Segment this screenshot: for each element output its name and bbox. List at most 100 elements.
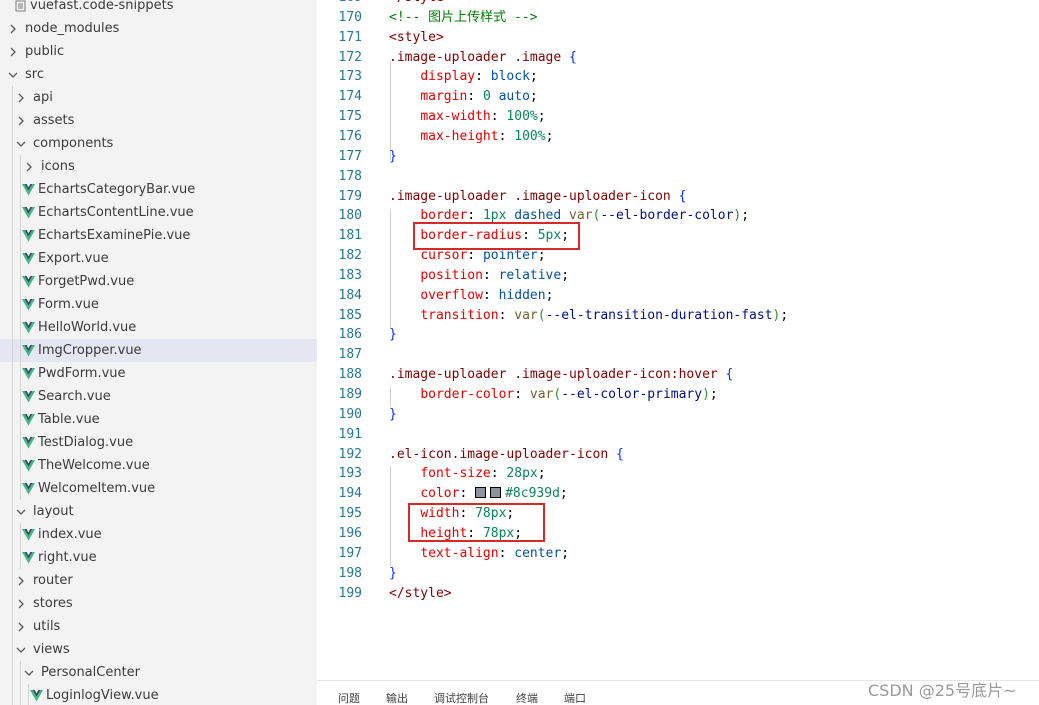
tree-file-loginlogview-vue[interactable]: LoginlogView.vue [0,684,317,705]
tree-file-testdialog-vue[interactable]: TestDialog.vue [0,431,317,454]
tree-file-export-vue[interactable]: Export.vue [0,247,317,270]
color-swatch-icon[interactable] [490,487,502,499]
tree-item-label: EchartsCategoryBar.vue [38,182,196,197]
code-line[interactable]: 172 .image-uploader .image { [317,48,1039,68]
chevron-down-icon[interactable] [21,665,37,681]
code-line[interactable]: 199 </style> [317,584,1039,604]
code-line[interactable]: 190} [317,405,1039,425]
chevron-right-icon[interactable] [13,573,29,589]
chevron-down-icon[interactable] [13,504,29,520]
code-line[interactable]: 193 font-size: 28px; [317,464,1039,484]
chevron-right-icon[interactable] [13,596,29,612]
code-line[interactable]: 192 .el-icon.image-uploader-icon { [317,445,1039,465]
code-token: 100% [514,128,546,144]
code-token: relative [498,267,562,283]
code-editor[interactable]: 169</style>170<!-- 图片上传样式 -->171<style>1… [317,0,1039,680]
tree-folder-stores[interactable]: stores [0,592,317,615]
tree-file-search-vue[interactable]: Search.vue [0,385,317,408]
tree-folder-utils[interactable]: utils [0,615,317,638]
tree-folder-assets[interactable]: assets [0,109,317,132]
code-line[interactable]: 187 [317,345,1039,365]
code-line[interactable]: 191 [317,425,1039,445]
code-token: block [490,69,530,85]
code-line[interactable]: 197 text-align: center; [317,544,1039,564]
tree-folder-src[interactable]: src [0,63,317,86]
chevron-right-icon[interactable] [13,90,29,106]
tree-item-label: stores [33,596,73,611]
code-token: text-align [420,545,499,561]
tree-file-echartsexaminepie-vue[interactable]: EchartsExaminePie.vue [0,224,317,247]
code-line[interactable]: 185 transition: var(--el-transition-dura… [317,306,1039,326]
code-line[interactable]: 178 [317,167,1039,187]
tree-folder-router[interactable]: router [0,569,317,592]
tree-folder-icons[interactable]: icons [0,155,317,178]
code-line[interactable]: 173 display: block; [317,67,1039,87]
chevron-down-icon[interactable] [5,67,21,83]
vue-file-icon [21,413,35,427]
tree-file-index-vue[interactable]: index.vue [0,523,317,546]
tree-item-label: Export.vue [38,251,109,266]
tree-folder-personalcenter[interactable]: PersonalCenter [0,661,317,684]
line-number: 199 [338,585,362,601]
tree-file-pwdform-vue[interactable]: PwdForm.vue [0,362,317,385]
line-number: 179 [338,188,362,204]
tree-folder-node-modules[interactable]: node_modules [0,17,317,40]
tree-file-echartscontentline-vue[interactable]: EchartsContentLine.vue [0,201,317,224]
code-line[interactable]: 171 <style> [317,28,1039,48]
vue-file-icon [21,229,35,243]
panel-tab[interactable]: 端口 [564,690,586,705]
code-text: <style> [389,28,444,48]
code-line[interactable]: 175 max-width: 100%; [317,107,1039,127]
code-line[interactable]: 189 border-color: var(--el-color-primary… [317,385,1039,405]
tree-folder-api[interactable]: api [0,86,317,109]
tree-folder-public[interactable]: public [0,40,317,63]
chevron-right-icon[interactable] [21,159,37,175]
tree-file-right-vue[interactable]: right.vue [0,546,317,569]
tree-file-thewelcome-vue[interactable]: TheWelcome.vue [0,454,317,477]
chevron-down-icon[interactable] [13,642,29,658]
chevron-right-icon[interactable] [5,21,21,37]
code-token: : [498,545,515,561]
chevron-right-icon[interactable] [13,619,29,635]
tree-file-helloworld-vue[interactable]: HelloWorld.vue [0,316,317,339]
code-line[interactable]: 170 <!-- 图片上传样式 --> [317,8,1039,28]
chevron-right-icon[interactable] [5,44,21,60]
code-token: 100% [506,109,538,125]
tree-file-echartscategorybar-vue[interactable]: EchartsCategoryBar.vue [0,178,317,201]
code-line[interactable]: 188 .image-uploader .image-uploader-icon:… [317,365,1039,385]
vue-file-icon [21,298,35,312]
line-number: 187 [338,347,362,363]
code-line[interactable]: 183 position: relative; [317,266,1039,286]
code-line[interactable]: 194 color: #8c939d; [317,484,1039,504]
line-number: 185 [338,307,362,323]
tree-file-form-vue[interactable]: Form.vue [0,293,317,316]
tree-file-imgcropper-vue[interactable]: ImgCropper.vue [0,339,317,362]
code-line[interactable]: 198} [317,564,1039,584]
color-swatch-icon[interactable] [475,487,487,499]
tree-item-label: Search.vue [38,389,111,404]
tree-folder-components[interactable]: components [0,132,317,155]
code-line[interactable]: 176 max-height: 100%; [317,127,1039,147]
code-token: { [725,367,734,383]
code-line[interactable]: 174 margin: 0 auto; [317,87,1039,107]
chevron-right-icon[interactable] [13,113,29,129]
code-line[interactable]: 177} [317,147,1039,167]
code-line[interactable]: 179 .image-uploader .image-uploader-icon … [317,187,1039,207]
code-line[interactable]: 186} [317,325,1039,345]
panel-tab[interactable]: 调试控制台 [434,690,489,705]
code-line[interactable]: 169 </style> [317,0,1039,8]
tree-item-label: EchartsContentLine.vue [38,205,194,220]
code-line[interactable]: 184 overflow: hidden; [317,286,1039,306]
tree-file-forgetpwd-vue[interactable]: ForgetPwd.vue [0,270,317,293]
panel-tab[interactable]: 终端 [516,690,538,705]
highlight-box-border-radius [413,222,580,250]
code-token: max-height [420,128,499,144]
panel-tab[interactable]: 问题 [338,690,360,705]
tree-folder-views[interactable]: views [0,638,317,661]
tree-folder-layout[interactable]: layout [0,500,317,523]
chevron-down-icon[interactable] [13,136,29,152]
tree-file-welcomeitem-vue[interactable]: WelcomeItem.vue [0,477,317,500]
tree-file-vuefast-code-snippets[interactable]: vuefast.code-snippets [0,0,317,17]
panel-tab[interactable]: 输出 [386,690,408,705]
tree-file-table-vue[interactable]: Table.vue [0,408,317,431]
